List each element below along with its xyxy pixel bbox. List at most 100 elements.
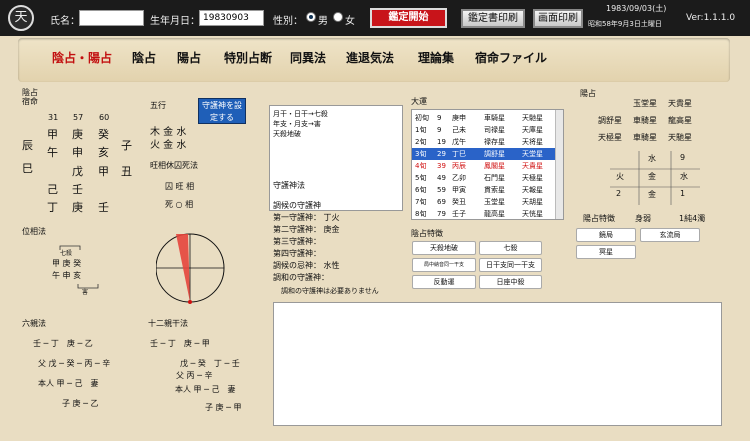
inzen-tokucho-item-4[interactable]: 日干支同一干支: [479, 258, 542, 272]
tab-tokubetsu[interactable]: 特別占断: [224, 49, 272, 66]
sex-female-radio[interactable]: [333, 12, 343, 22]
inzen-r1-right: 子: [121, 139, 132, 152]
set-guardian-button[interactable]: 守護神を設定する: [198, 98, 246, 124]
daiun-cell: 乙卯: [452, 174, 466, 182]
daiun-cell: 壬子: [452, 210, 466, 218]
tab-yozen[interactable]: 陽占: [177, 49, 201, 66]
daiun-row[interactable]: 5旬 49 乙卯 石門星 天極星: [412, 172, 563, 184]
print-report-button[interactable]: 鑑定書印刷: [461, 9, 525, 28]
daiun-cell: 石門星: [484, 174, 505, 182]
yozen-tokucho-item-1[interactable]: 鏡局: [576, 228, 636, 242]
birth-input[interactable]: [199, 10, 264, 26]
inzen-r5-1: 丁: [47, 201, 58, 214]
inzen-tokucho-item-3[interactable]: 局中納音同一干支: [412, 258, 476, 272]
daiun-row[interactable]: 2旬 19 戊午 禄存星 天将星: [412, 136, 563, 148]
junishin-line-3: 父 丙 ─ 辛: [176, 371, 213, 380]
birth-label: 生年月日：: [150, 16, 200, 27]
print-screen-button[interactable]: 画面印刷: [533, 9, 583, 28]
daiun-row[interactable]: 3旬 29 丁巳 調舒星 天堂星: [412, 148, 563, 160]
set-guardian-label: 守護神を設定する: [202, 101, 242, 122]
okyu-line-2: 死 ○ 相: [165, 200, 194, 209]
daiun-cell: 鳳閣星: [484, 162, 505, 170]
daiun-row[interactable]: 8旬 79 壬子 龍高星 天恍星: [412, 208, 563, 220]
daiun-cell: 庚申: [452, 114, 466, 122]
yozen-star: 車騎星: [633, 116, 657, 125]
daiun-cell: 龍高星: [484, 210, 505, 218]
tab-doiho[interactable]: 同異法: [290, 49, 326, 66]
junishin-line-1: 壬 ─ 丁 庚 ─ 甲: [150, 339, 210, 348]
daiun-cell: 49: [437, 174, 446, 182]
daiun-cell: 天馳星: [522, 114, 543, 122]
daiun-scrollbar[interactable]: [555, 110, 563, 219]
yozen-tokucho-item-2[interactable]: 玄流局: [640, 228, 700, 242]
inzen-tokucho-item-5[interactable]: 反動運: [412, 275, 476, 289]
yozen-title: 陽占: [580, 89, 596, 98]
shugo-note: 調和の守護神は必要ありません: [281, 287, 379, 295]
name-input[interactable]: [79, 10, 144, 26]
tab-rironshu[interactable]: 理論集: [418, 49, 454, 66]
daiun-cell: 天貴星: [522, 162, 543, 170]
daiun-cell: 69: [437, 198, 446, 206]
daiun-cell: 天将星: [522, 138, 543, 146]
daiun-cell: 戊午: [452, 138, 466, 146]
yozen-tokucho-item-3[interactable]: 冥星: [576, 245, 636, 259]
inzen-tokucho-item-2[interactable]: 七殺: [479, 241, 542, 255]
yozen-tokucho-title: 陽占特徴: [583, 214, 615, 223]
tab-inzen[interactable]: 陰占: [132, 49, 156, 66]
daiun-row[interactable]: 初旬 9 庚申 車騎星 天馳星: [412, 112, 563, 124]
daiun-row[interactable]: 7旬 69 癸丑 玉堂星 天胡星: [412, 196, 563, 208]
daiun-cell: 19: [437, 138, 446, 146]
shugo-line-2: 第二守護神： 庚金: [273, 225, 340, 234]
daiun-cell: 6旬: [415, 186, 427, 194]
daiun-list[interactable]: 初旬 9 庚申 車騎星 天馳星 1旬 9 己未 司禄星 天庫星 2旬 19 戊午 禄存星 天将星 3旬 29 丁巳…: [411, 109, 564, 220]
inzen-tokucho-item-6[interactable]: 日座中殺: [479, 275, 542, 289]
daiun-title: 大運: [411, 97, 427, 106]
daiun-cell: 天庫星: [522, 126, 543, 134]
inzen-r3-2: 戊: [72, 165, 83, 178]
sex-male-radio[interactable]: [306, 12, 316, 22]
tab-inzen-yozen[interactable]: 陰占・陽占: [52, 49, 112, 66]
tab-shukumei-file[interactable]: 宿命ファイル: [475, 49, 547, 66]
daiun-cell: 調舒星: [484, 150, 505, 158]
daiun-cell: 天恍星: [522, 210, 543, 218]
daiun-row[interactable]: 4旬 39 丙辰 鳳閣星 天貴星: [412, 160, 563, 172]
inzen-r5-2: 庚: [72, 201, 83, 214]
rokushin-line-1: 壬 ─ 丁 庚 ─ 乙: [33, 339, 93, 348]
shugo-line-5: 調候の忌神： 水性: [273, 261, 340, 270]
daiun-cell: 天胡星: [522, 198, 543, 206]
inzen-subtitle: 宿命: [22, 97, 38, 106]
daiun-cell: 79: [437, 210, 446, 218]
main-parchment: 陰占・陽占 陰占 陽占 特別占断 同異法 進退気法 理論集 宿命ファイル 陰占 …: [0, 36, 750, 441]
rokushin-line-4: 子 庚 ─ 乙: [62, 399, 99, 408]
date-display: 1983/09/03(土): [606, 4, 667, 13]
gogyo-grid-lines: [610, 151, 700, 205]
yozen-mi: 身弱: [635, 214, 651, 223]
shugo-line-0: 調候の守護神: [273, 201, 321, 210]
daiun-cell: 己未: [452, 126, 466, 134]
inzen-r2-3: 亥: [98, 146, 109, 159]
name-label: 氏名：: [50, 16, 80, 27]
inzen-num-3: 60: [99, 113, 110, 122]
inzen-tokucho-item-1[interactable]: 天殺地破: [412, 241, 476, 255]
daiun-cell: 甲寅: [452, 186, 466, 194]
start-analysis-button[interactable]: 鑑定開始: [370, 8, 447, 28]
daiun-cell: 29: [437, 150, 446, 158]
yozen-star: 調舒星: [598, 116, 622, 125]
daiun-cell: 7旬: [415, 198, 427, 206]
note-3: 天殺地破: [273, 130, 301, 138]
daiun-cell: 1旬: [415, 126, 427, 134]
daiun-cell: 3旬: [415, 150, 427, 158]
isoho-title: 位相法: [22, 227, 46, 236]
daiun-row[interactable]: 6旬 59 甲寅 貫索星 天報星: [412, 184, 563, 196]
daiun-row[interactable]: 1旬 9 己未 司禄星 天庫星: [412, 124, 563, 136]
daiun-cell: 59: [437, 186, 446, 194]
gogyo-line-2: 火 金 水: [150, 140, 187, 151]
daiun-cell: 車騎星: [484, 114, 505, 122]
note-2: 年支・月支→害: [273, 120, 321, 128]
note-1: 月干・日干→七殺: [273, 110, 328, 118]
tab-shintaikiho[interactable]: 進退気法: [346, 49, 394, 66]
daiun-cell: 丁巳: [452, 150, 466, 158]
inzen-r1-1: 甲: [47, 128, 58, 141]
result-textarea[interactable]: [273, 302, 722, 426]
daiun-cell: 39: [437, 162, 446, 170]
